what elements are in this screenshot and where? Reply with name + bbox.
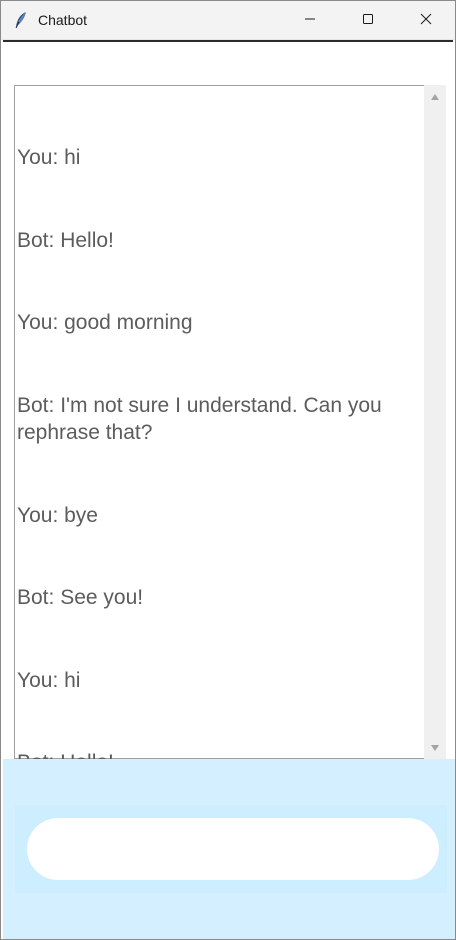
frame-divider	[3, 40, 453, 42]
feather-icon	[13, 11, 29, 29]
input-frame	[15, 805, 447, 893]
triangle-down-icon	[430, 739, 440, 757]
minimize-button[interactable]	[281, 1, 339, 40]
chat-line: Bot: I'm not sure I understand. Can you …	[17, 393, 388, 445]
close-button[interactable]	[397, 1, 455, 40]
message-input[interactable]	[27, 818, 439, 880]
chat-line: You: hi	[17, 668, 81, 692]
triangle-up-icon	[430, 88, 440, 106]
chatbot-window: Chatbot You: hi Bot: Hello! You: good mo…	[0, 0, 456, 940]
chat-line: You: bye	[17, 503, 98, 527]
chat-line: You: good morning	[17, 311, 193, 334]
minimize-icon	[304, 12, 316, 30]
chat-text: You: hi Bot: Hello! You: good morning Bo…	[17, 89, 421, 832]
input-panel	[3, 759, 455, 939]
scroll-up-button[interactable]	[424, 88, 446, 106]
window-title: Chatbot	[38, 12, 88, 28]
close-icon	[420, 12, 432, 30]
chat-line: Bot: Hello!	[17, 228, 114, 252]
maximize-icon	[362, 12, 374, 30]
scroll-down-button[interactable]	[424, 739, 446, 757]
chat-scrollbar[interactable]	[424, 85, 446, 759]
maximize-button[interactable]	[339, 1, 397, 40]
chat-log[interactable]: You: hi Bot: Hello! You: good morning Bo…	[14, 85, 424, 774]
chat-line: You: hi	[17, 146, 81, 169]
chat-line: Bot: See you!	[17, 586, 144, 609]
title-bar[interactable]: Chatbot	[1, 1, 455, 40]
